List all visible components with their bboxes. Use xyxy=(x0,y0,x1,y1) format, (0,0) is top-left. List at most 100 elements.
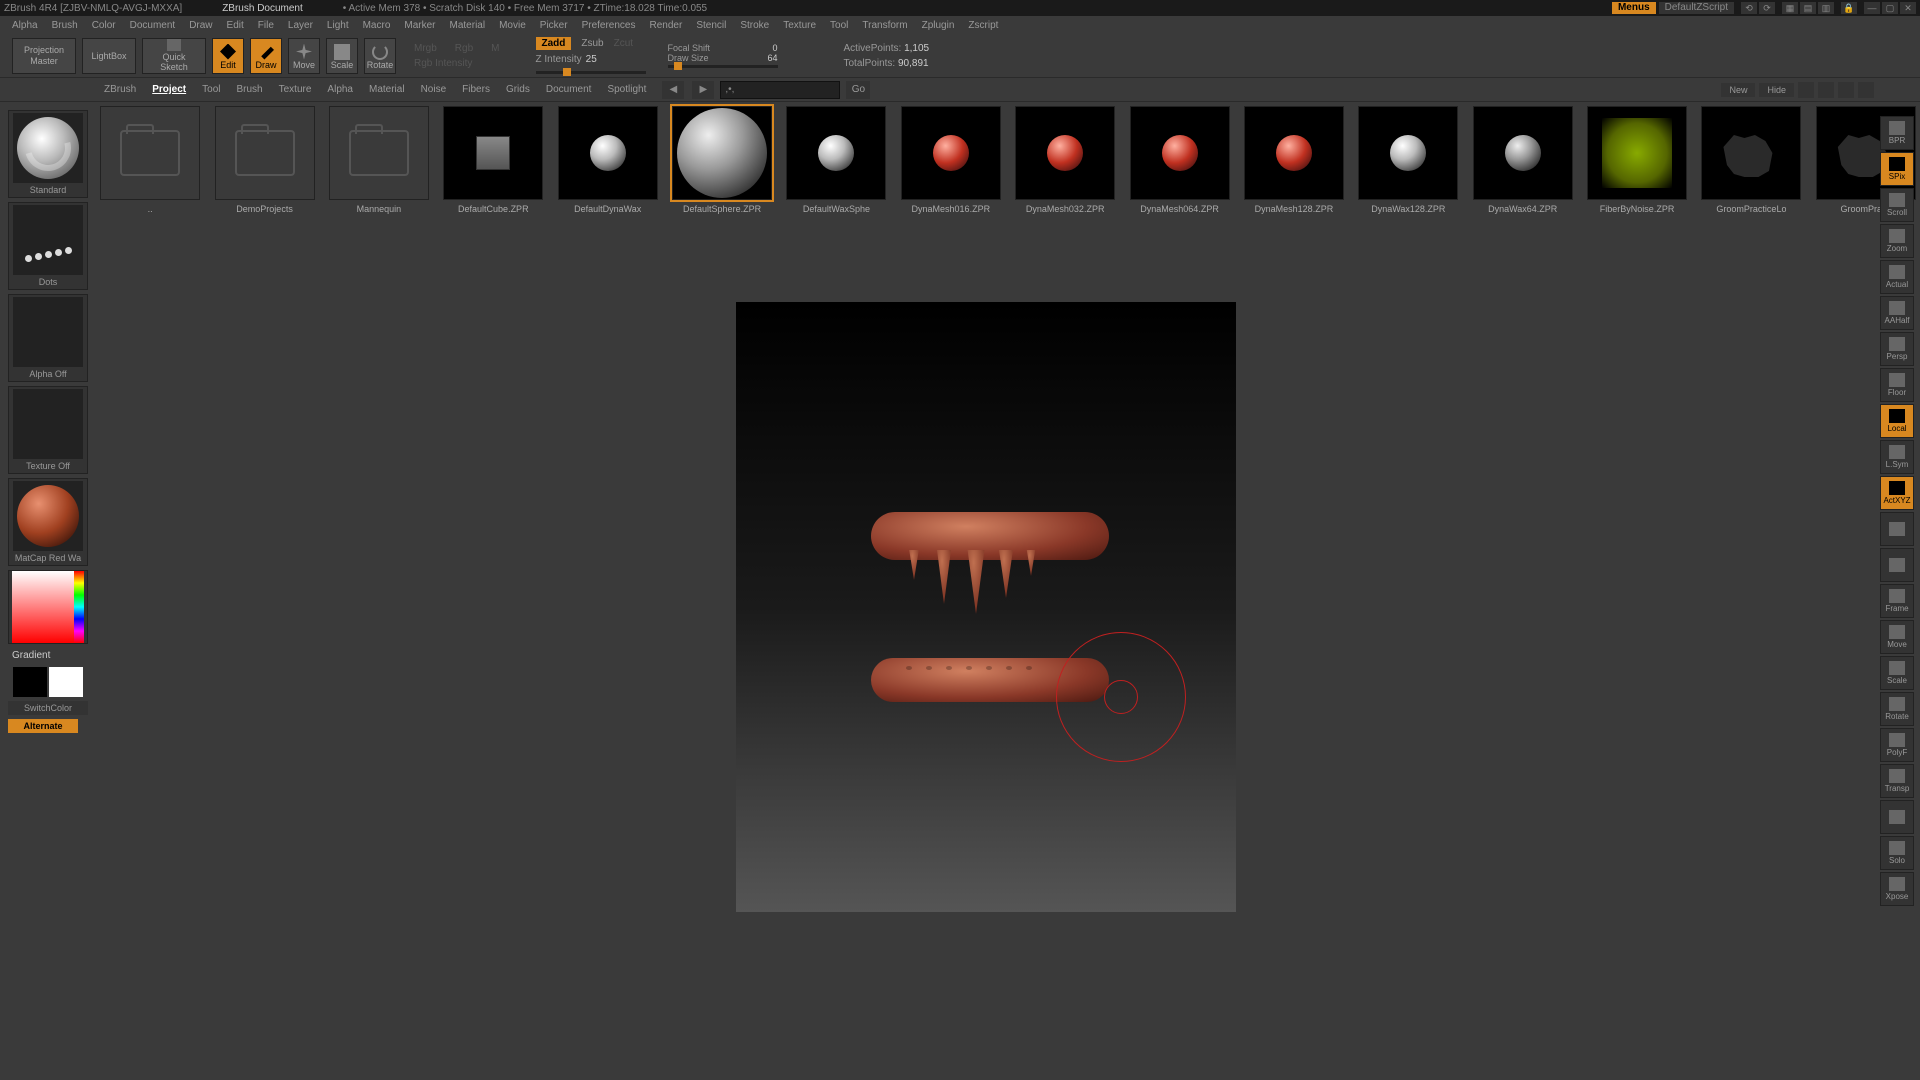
lock-icon[interactable]: 🔒 xyxy=(1841,2,1857,14)
minimize-icon[interactable]: — xyxy=(1864,2,1880,14)
tab-material[interactable]: Material xyxy=(361,82,413,97)
menu-light[interactable]: Light xyxy=(327,20,349,31)
default-zscript-button[interactable]: DefaultZScript xyxy=(1659,2,1734,14)
menu-macro[interactable]: Macro xyxy=(363,20,391,31)
menus-button[interactable]: Menus xyxy=(1612,2,1656,14)
focal-shift-value[interactable]: 0 xyxy=(772,43,777,53)
nav-bpr-button[interactable]: BPR xyxy=(1880,116,1914,150)
brush-selector[interactable]: Standard xyxy=(8,110,88,198)
go-button[interactable]: Go xyxy=(846,81,870,99)
lightbox-item[interactable]: GroomPracticeLo xyxy=(1697,106,1805,216)
nav-spix-button[interactable]: SPix xyxy=(1880,152,1914,186)
nav-rotate-button[interactable]: Rotate xyxy=(1880,692,1914,726)
menu-stroke[interactable]: Stroke xyxy=(740,20,769,31)
tab-noise[interactable]: Noise xyxy=(413,82,455,97)
nav-xpose-button[interactable]: Xpose xyxy=(1880,872,1914,906)
m-button[interactable]: M xyxy=(491,43,499,54)
hide-button[interactable]: Hide xyxy=(1759,83,1794,97)
tab-zbrush[interactable]: ZBrush xyxy=(96,82,144,97)
lightbox-item[interactable]: DynaMesh032.ZPR xyxy=(1011,106,1119,216)
zadd-button[interactable]: Zadd xyxy=(536,37,572,50)
tab-alpha[interactable]: Alpha xyxy=(319,82,361,97)
nav-frame-button[interactable]: Frame xyxy=(1880,584,1914,618)
path-input[interactable] xyxy=(720,81,840,99)
draw-mode-button[interactable]: Draw xyxy=(250,38,282,74)
lightbox-item[interactable]: DefaultDynaWax xyxy=(554,106,662,216)
panel-icon[interactable]: ▦ xyxy=(1782,2,1798,14)
nav-aahalf-button[interactable]: AAHalf xyxy=(1880,296,1914,330)
tab-fibers[interactable]: Fibers xyxy=(454,82,498,97)
material-selector[interactable]: MatCap Red Wa xyxy=(8,478,88,566)
alpha-selector[interactable]: Alpha Off xyxy=(8,294,88,382)
nav-solo-button[interactable]: Solo xyxy=(1880,836,1914,870)
nav-persp-button[interactable]: Persp xyxy=(1880,332,1914,366)
nav-blank-button[interactable] xyxy=(1880,800,1914,834)
alternate-button[interactable]: Alternate xyxy=(8,719,78,733)
mrgb-button[interactable]: Mrgb xyxy=(414,43,437,54)
menu-alpha[interactable]: Alpha xyxy=(12,20,38,31)
z-intensity-value[interactable]: 25 xyxy=(586,54,597,65)
edit-mode-button[interactable]: Edit xyxy=(212,38,244,74)
lightbox-item[interactable]: .. xyxy=(96,106,204,216)
tab-project[interactable]: Project xyxy=(144,82,194,97)
menu-document[interactable]: Document xyxy=(130,20,176,31)
menu-zscript[interactable]: Zscript xyxy=(968,20,998,31)
nav-scroll-button[interactable]: Scroll xyxy=(1880,188,1914,222)
menu-file[interactable]: File xyxy=(258,20,274,31)
lightbox-item[interactable]: DefaultSphere.ZPR xyxy=(668,106,776,216)
layout-toggle-2-icon[interactable]: ⟳ xyxy=(1759,2,1775,14)
nav-move-button[interactable]: Move xyxy=(1880,620,1914,654)
gradient-button[interactable]: Gradient xyxy=(8,648,88,663)
nav-prev-icon[interactable]: ◀ xyxy=(662,81,684,99)
nav-scale-button[interactable]: Scale xyxy=(1880,656,1914,690)
lightbox-button[interactable]: LightBox xyxy=(82,38,136,74)
texture-selector[interactable]: Texture Off xyxy=(8,386,88,474)
tab-brush[interactable]: Brush xyxy=(229,82,271,97)
quick-sketch-button[interactable]: Quick Sketch xyxy=(142,38,206,74)
maximize-icon[interactable]: ▢ xyxy=(1882,2,1898,14)
draw-size-value[interactable]: 64 xyxy=(767,53,777,63)
lightbox-item[interactable]: DynaWax128.ZPR xyxy=(1354,106,1462,216)
menu-zplugin[interactable]: Zplugin xyxy=(922,20,955,31)
color-picker[interactable] xyxy=(8,570,88,644)
lightbox-item[interactable]: DefaultCube.ZPR xyxy=(439,106,547,216)
draw-size-slider[interactable] xyxy=(668,65,778,68)
menu-layer[interactable]: Layer xyxy=(288,20,313,31)
tab-document[interactable]: Document xyxy=(538,82,600,97)
projection-master-button[interactable]: Projection Master xyxy=(12,38,76,74)
tab-tool[interactable]: Tool xyxy=(194,82,228,97)
new-button[interactable]: New xyxy=(1721,83,1755,97)
nav-blank-button[interactable] xyxy=(1880,512,1914,546)
rgb-button[interactable]: Rgb xyxy=(455,43,473,54)
scale-mode-button[interactable]: Scale xyxy=(326,38,358,74)
move-mode-button[interactable]: Move xyxy=(288,38,320,74)
stroke-selector[interactable]: Dots xyxy=(8,202,88,290)
lightbox-item[interactable]: DynaMesh064.ZPR xyxy=(1125,106,1233,216)
menu-brush[interactable]: Brush xyxy=(52,20,78,31)
nav-l.sym-button[interactable]: L.Sym xyxy=(1880,440,1914,474)
view-mode-1-icon[interactable] xyxy=(1798,82,1814,98)
lightbox-item[interactable]: DemoProjects xyxy=(210,106,318,216)
switch-color-button[interactable]: SwitchColor xyxy=(8,701,88,715)
lightbox-item[interactable]: FiberByNoise.ZPR xyxy=(1583,106,1691,216)
color-picker-icon[interactable] xyxy=(12,571,84,643)
nav-next-icon[interactable]: ▶ xyxy=(692,81,714,99)
lightbox-item[interactable]: DynaMesh128.ZPR xyxy=(1240,106,1348,216)
menu-tool[interactable]: Tool xyxy=(830,20,848,31)
zcut-button[interactable]: Zcut xyxy=(614,38,633,49)
zsub-button[interactable]: Zsub xyxy=(581,38,603,49)
secondary-color-swatch[interactable] xyxy=(13,667,47,697)
menu-movie[interactable]: Movie xyxy=(499,20,526,31)
menu-picker[interactable]: Picker xyxy=(540,20,568,31)
tab-spotlight[interactable]: Spotlight xyxy=(599,82,654,97)
menu-marker[interactable]: Marker xyxy=(404,20,435,31)
menu-material[interactable]: Material xyxy=(450,20,486,31)
view-mode-2-icon[interactable] xyxy=(1818,82,1834,98)
rotate-mode-button[interactable]: Rotate xyxy=(364,38,396,74)
lightbox-item[interactable]: DynaWax64.ZPR xyxy=(1469,106,1577,216)
nav-polyf-button[interactable]: PolyF xyxy=(1880,728,1914,762)
menu-render[interactable]: Render xyxy=(650,20,683,31)
nav-actxyz-button[interactable]: ActXYZ xyxy=(1880,476,1914,510)
nav-blank-button[interactable] xyxy=(1880,548,1914,582)
view-mode-4-icon[interactable] xyxy=(1858,82,1874,98)
